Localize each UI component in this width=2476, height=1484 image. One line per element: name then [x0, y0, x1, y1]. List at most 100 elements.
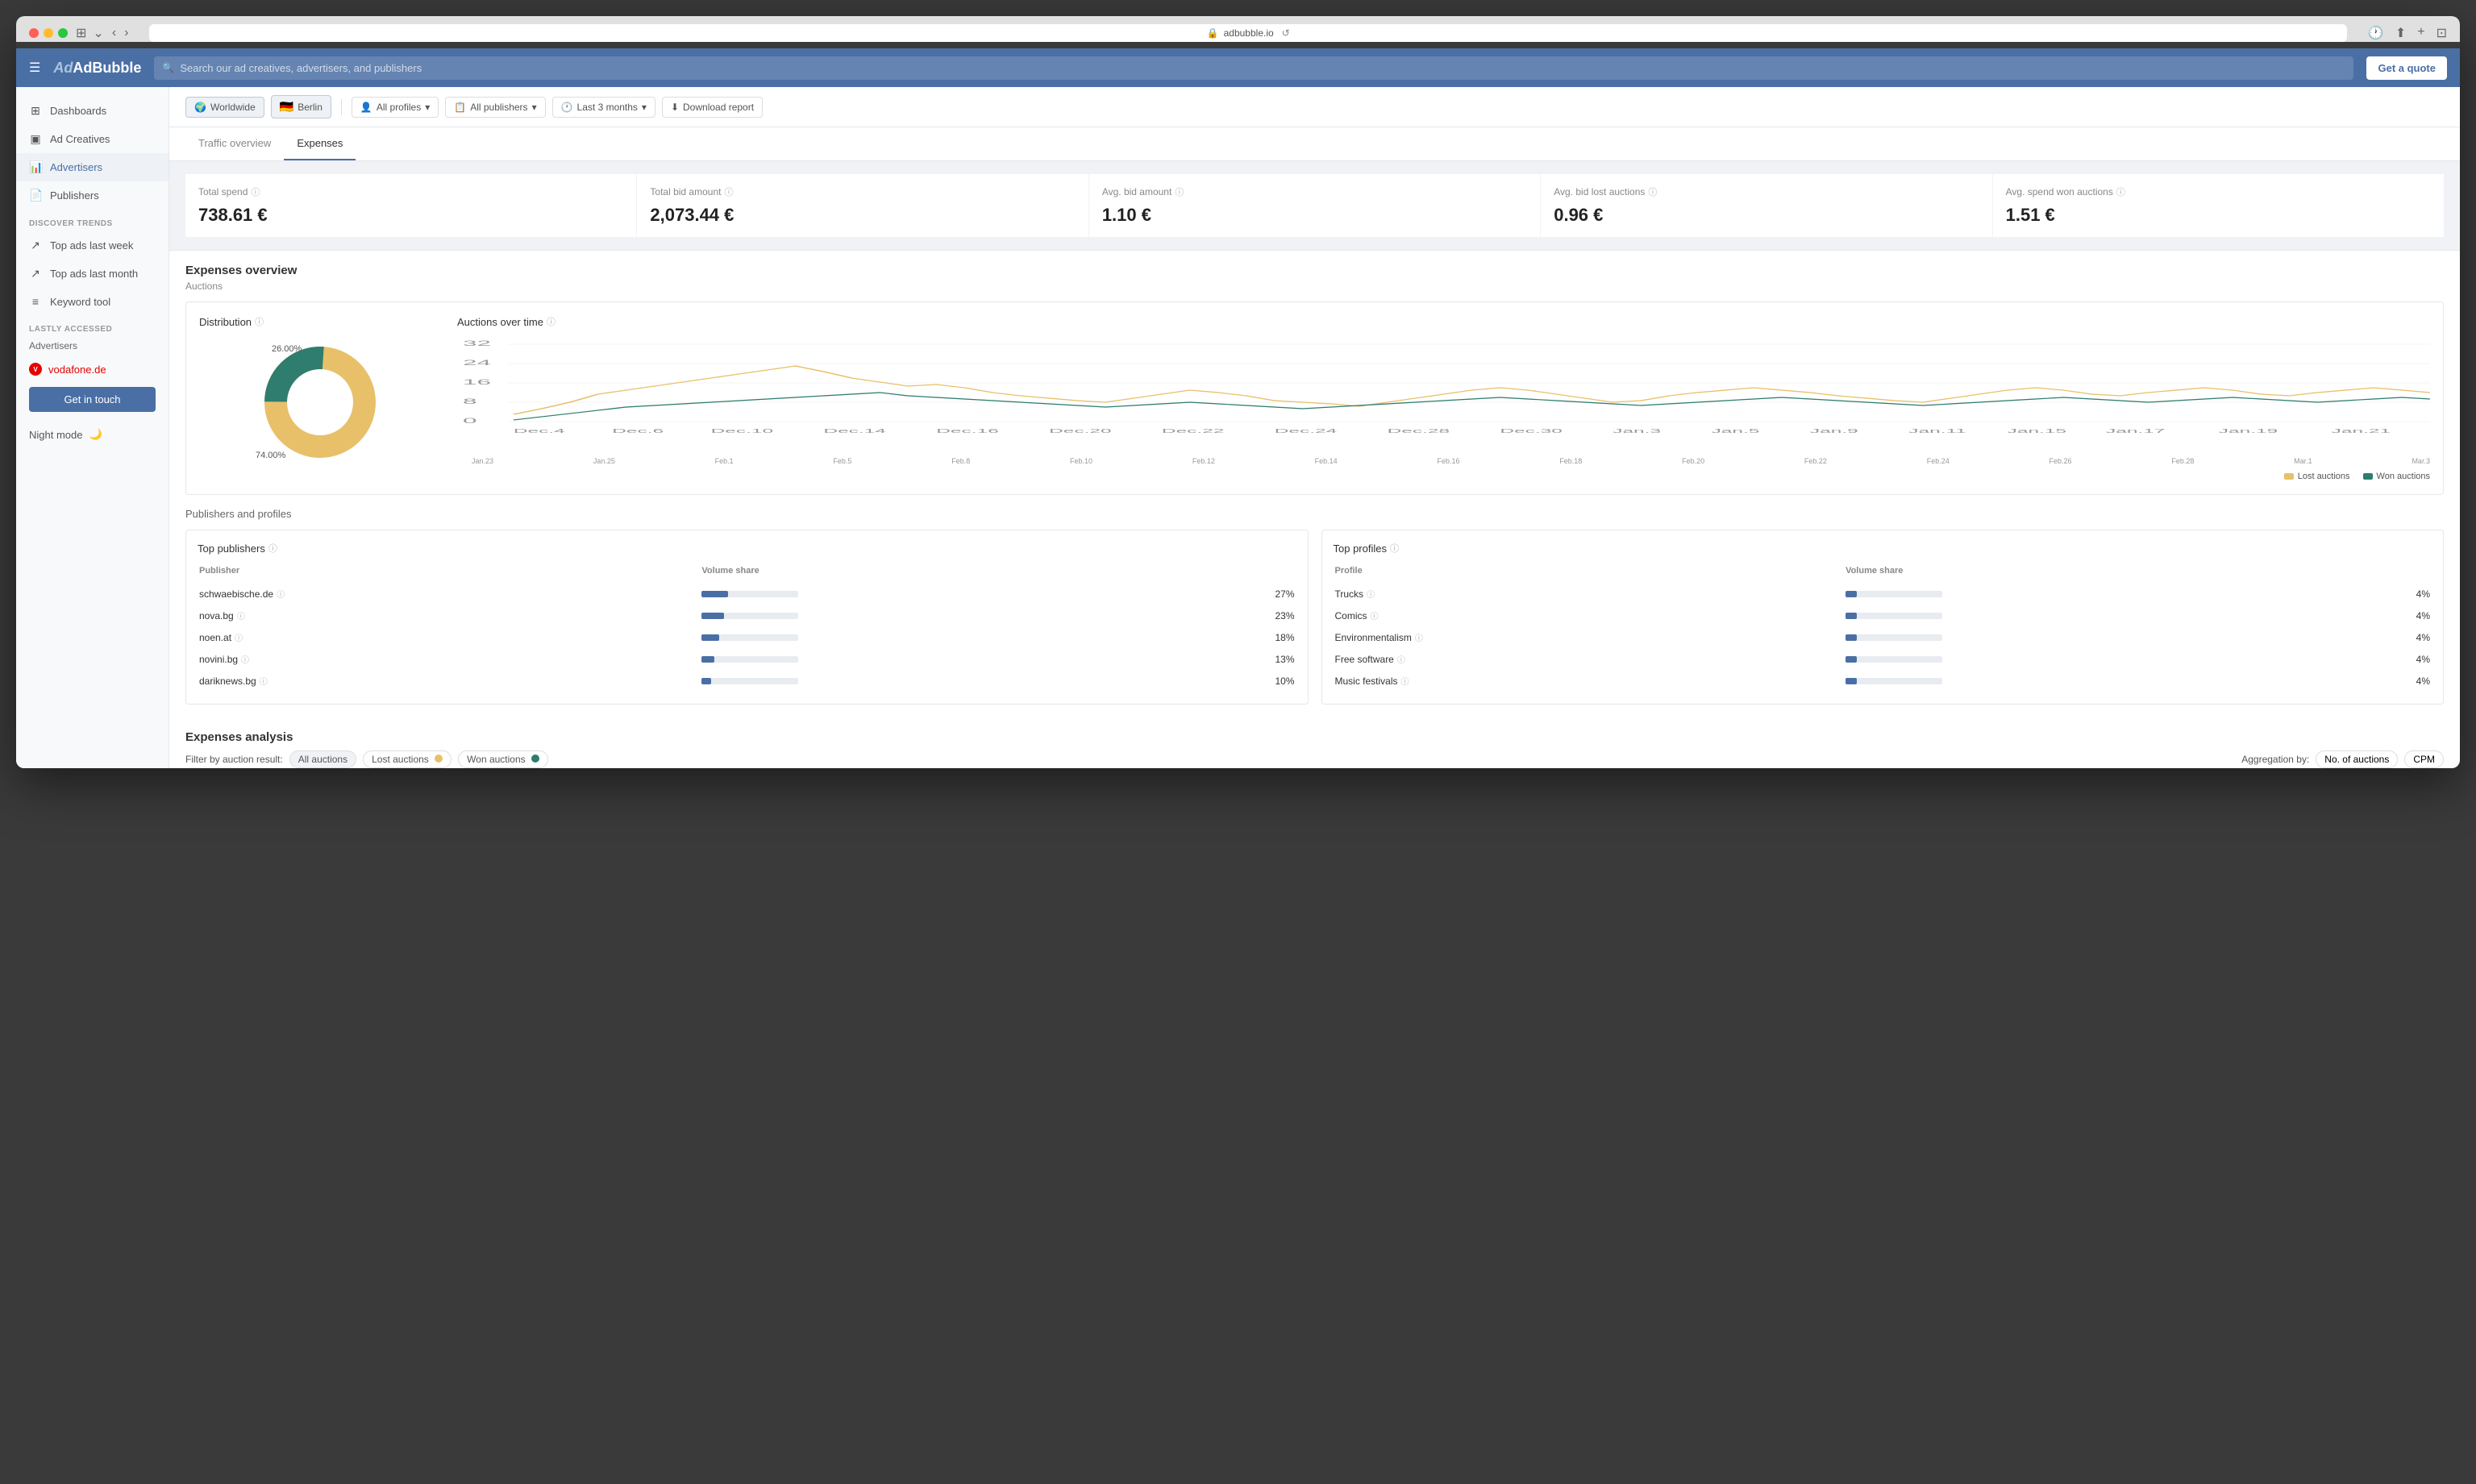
svg-text:Jan.17: Jan.17	[2106, 428, 2165, 434]
hamburger-menu[interactable]: ☰	[29, 60, 40, 76]
address-bar[interactable]: 🔒 adbubble.io ↺	[149, 24, 2346, 42]
close-button[interactable]	[29, 28, 39, 38]
sidebar-item-dashboards[interactable]: ⊞ Dashboards	[16, 97, 169, 125]
publisher-name: dariknews.bg ⓘ	[199, 671, 700, 691]
url-text: adbubble.io	[1224, 27, 1274, 39]
sidebar-item-top-ads-month[interactable]: ↗ Top ads last month	[16, 260, 169, 288]
download-report-button[interactable]: ⬇ Download report	[662, 97, 763, 118]
publishers-profiles-label: Publishers and profiles	[185, 508, 2444, 520]
window-chevron[interactable]: ⌄	[93, 25, 103, 41]
avg-bid-lost-info[interactable]: ⓘ	[1648, 185, 1657, 198]
auctions-over-time-title: Auctions over time	[457, 316, 543, 328]
agg-no-auctions-btn[interactable]: No. of auctions	[2316, 750, 2398, 768]
svg-text:32: 32	[463, 339, 491, 347]
filter-all-auctions[interactable]: All auctions	[289, 750, 356, 768]
won-toggle-dot	[531, 754, 539, 763]
publisher-pct: 10%	[1271, 671, 1295, 691]
publisher-bar	[701, 605, 1268, 626]
sidebar-item-top-ads-week[interactable]: ↗ Top ads last week	[16, 231, 169, 260]
svg-text:16: 16	[463, 378, 491, 386]
night-mode-icon: 🌙	[89, 428, 102, 441]
metric-avg-bid-lost: Avg. bid lost auctions ⓘ 0.96 €	[1541, 174, 1991, 237]
share-icon[interactable]: ⬆	[2395, 25, 2406, 41]
sidebar-item-ad-creatives[interactable]: ▣ Ad Creatives	[16, 125, 169, 153]
sidebar-item-keyword-tool[interactable]: ≡ Keyword tool	[16, 288, 169, 315]
agg-cpm-btn[interactable]: CPM	[2404, 750, 2444, 768]
advertiser-section-label: Advertisers	[16, 337, 169, 358]
publisher-pct: 18%	[1271, 627, 1295, 647]
filter-lost-auctions[interactable]: Lost auctions	[363, 750, 452, 768]
clock-filter-icon: 🕐	[561, 102, 573, 113]
clock-icon[interactable]: 🕐	[2368, 25, 2384, 41]
tab-traffic[interactable]: Traffic overview	[185, 127, 284, 160]
maximize-button[interactable]	[58, 28, 68, 38]
svg-text:Dec.20: Dec.20	[1049, 428, 1111, 434]
total-spend-info[interactable]: ⓘ	[251, 185, 260, 198]
auctions-over-time-info[interactable]: ⓘ	[547, 315, 556, 328]
avg-bid-info[interactable]: ⓘ	[1175, 185, 1184, 198]
expenses-analysis-section: Expenses analysis Filter by auction resu…	[169, 717, 2460, 768]
sidebar-label-top-ads-week: Top ads last week	[50, 239, 133, 251]
svg-text:24: 24	[463, 359, 491, 367]
keyword-tool-icon: ≡	[29, 295, 42, 308]
all-profiles-filter[interactable]: 👤 All profiles ▾	[352, 97, 439, 118]
svg-text:Jan.19: Jan.19	[2219, 428, 2278, 434]
svg-text:Dec.30: Dec.30	[1500, 428, 1562, 434]
search-input[interactable]	[154, 56, 2353, 80]
metric-total-spend: Total spend ⓘ 738.61 €	[185, 174, 636, 237]
aggregation-controls: Aggregation by: No. of auctions CPM	[2241, 750, 2444, 768]
svg-text:0: 0	[463, 417, 477, 425]
publishers-profiles-row: Top publishers ⓘ Publisher Volume share	[185, 530, 2444, 705]
window-icon[interactable]: ⊞	[76, 25, 86, 41]
all-publishers-filter[interactable]: 📋 All publishers ▾	[445, 97, 545, 118]
publishers-icon: 📄	[29, 189, 42, 202]
last-3-months-filter[interactable]: 🕐 Last 3 months ▾	[552, 97, 655, 118]
tab-expenses[interactable]: Expenses	[284, 127, 356, 160]
tabs-icon[interactable]: ⊡	[2436, 25, 2447, 41]
table-row: Environmentalism ⓘ 4%	[1335, 627, 2431, 647]
minimize-button[interactable]	[44, 28, 53, 38]
worldwide-filter[interactable]: 🌍 Worldwide	[185, 97, 264, 118]
publisher-name: schwaebische.de ⓘ	[199, 584, 700, 604]
charts-row: Distribution ⓘ	[185, 301, 2444, 495]
get-in-touch-button[interactable]: Get in touch	[29, 387, 156, 412]
globe-icon: 🌍	[194, 102, 206, 113]
svg-text:Dec.14: Dec.14	[823, 428, 885, 434]
distribution-info[interactable]: ⓘ	[255, 315, 264, 328]
lastly-section-label: LASTLY ACCESSED	[16, 315, 169, 337]
vodafone-dot: V	[29, 363, 42, 376]
sidebar-label-top-ads-month: Top ads last month	[50, 268, 138, 280]
avg-spend-won-info[interactable]: ⓘ	[2116, 185, 2125, 198]
publisher-bar	[701, 627, 1268, 647]
tab-bar: Traffic overview Expenses	[169, 127, 2460, 161]
profile-name: Free software ⓘ	[1335, 649, 1845, 669]
get-quote-button[interactable]: Get a quote	[2366, 56, 2447, 80]
table-row: Comics ⓘ 4%	[1335, 605, 2431, 626]
top-profiles-info[interactable]: ⓘ	[1390, 542, 1399, 555]
top-ads-week-icon: ↗	[29, 239, 42, 252]
publisher-bar	[701, 671, 1268, 691]
filter-won-auctions[interactable]: Won auctions	[458, 750, 548, 768]
volume-col-header: Volume share	[701, 566, 1294, 582]
sidebar-item-advertisers[interactable]: 📊 Advertisers	[16, 153, 169, 181]
forward-button[interactable]: ›	[124, 26, 128, 40]
table-row: Music festivals ⓘ 4%	[1335, 671, 2431, 691]
app-logo: AdAdBubble	[53, 60, 141, 77]
publisher-pct: 13%	[1271, 649, 1295, 669]
svg-text:Jan.3: Jan.3	[1613, 428, 1661, 434]
new-tab-icon[interactable]: +	[2417, 25, 2424, 41]
svg-text:Dec.24: Dec.24	[1275, 428, 1337, 434]
svg-text:Jan.15: Jan.15	[2008, 428, 2066, 434]
back-button[interactable]: ‹	[112, 26, 116, 40]
sidebar-label-ad-creatives: Ad Creatives	[50, 133, 110, 145]
berlin-filter[interactable]: 🇩🇪 Berlin	[271, 95, 331, 118]
metrics-row: Total spend ⓘ 738.61 € Total bid amount …	[169, 161, 2460, 251]
expenses-overview-subtitle: Auctions	[185, 281, 2444, 292]
night-mode-toggle[interactable]: Night mode 🌙	[16, 418, 169, 451]
vodafone-link[interactable]: V vodafone.de	[16, 358, 169, 380]
total-bid-info[interactable]: ⓘ	[724, 185, 733, 198]
profile-col-header: Profile	[1335, 566, 1845, 582]
top-publishers-info[interactable]: ⓘ	[268, 542, 277, 555]
sidebar-item-publishers[interactable]: 📄 Publishers	[16, 181, 169, 210]
expenses-overview-title: Expenses overview	[185, 264, 2444, 277]
